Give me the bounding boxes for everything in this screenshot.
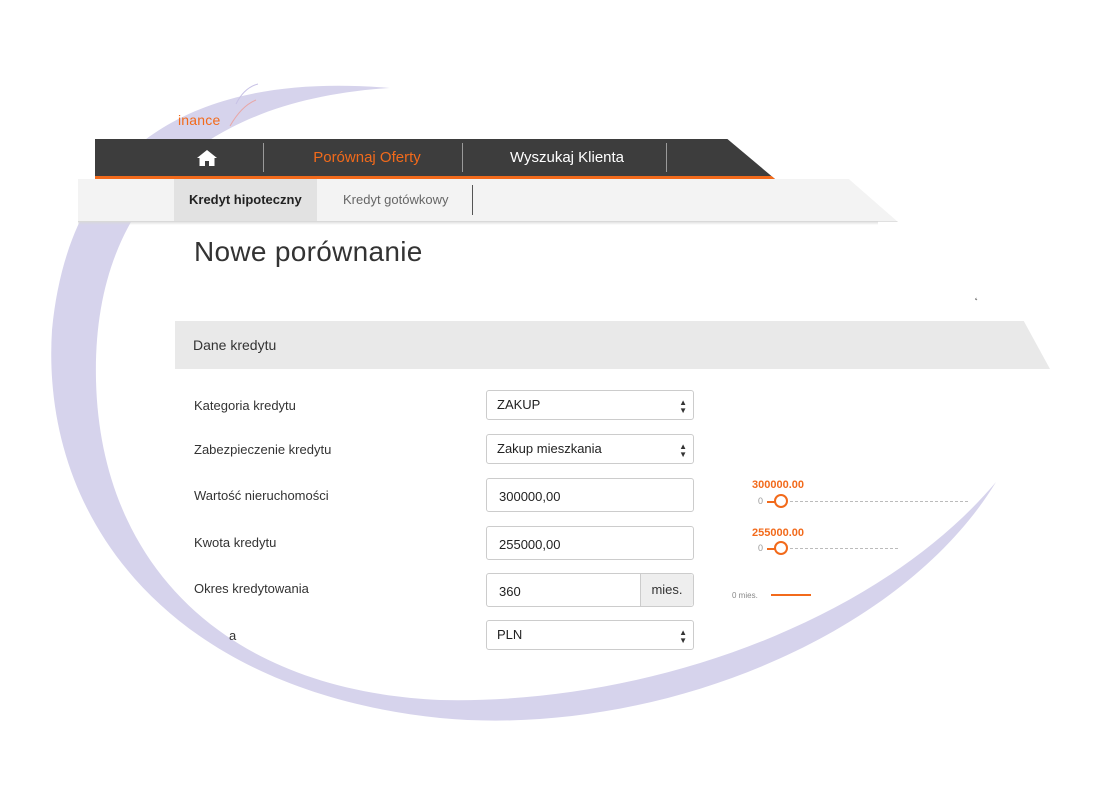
slider-kwota-value: 255000.00 <box>752 527 804 539</box>
input-okres[interactable]: 360 mies. <box>486 573 694 607</box>
page-title: Nowe porównanie <box>194 236 423 267</box>
home-nav-item[interactable] <box>195 139 219 176</box>
input-okres-value: 360 <box>499 584 521 599</box>
input-wartosc[interactable]: 300000,00 <box>486 478 694 512</box>
top-nav: Porównaj Oferty Wyszukaj Klienta <box>95 139 775 179</box>
slider-wartosc-value: 300000.00 <box>752 479 804 491</box>
subnav-separator <box>472 185 473 215</box>
section-header: Dane kredytu <box>175 321 1050 369</box>
nav-wyszukaj-klienta[interactable]: Wyszukaj Klienta <box>467 139 667 176</box>
label-kategoria: Kategoria kredytu <box>194 398 296 413</box>
sub-nav: Kredyt hipoteczny Kredyt gotówkowy <box>78 179 898 222</box>
select-zabezpieczenie[interactable]: Zakup mieszkania ▲ ▼ <box>486 434 694 464</box>
slider-wartosc-track[interactable] <box>790 501 968 502</box>
nav-separator <box>462 143 463 172</box>
slider-okres-fill[interactable] <box>771 594 811 596</box>
tab-kredyt-gotowkowy[interactable]: Kredyt gotówkowy <box>343 179 449 221</box>
slider-kwota-track[interactable] <box>790 548 898 549</box>
label-wartosc: Wartość nieruchomości <box>194 488 329 503</box>
select-zabezpieczenie-value: Zakup mieszkania <box>497 441 602 456</box>
slider-wartosc-min: 0 <box>758 496 764 506</box>
tab-kredyt-hipoteczny[interactable]: Kredyt hipoteczny <box>174 179 317 221</box>
slider-okres-min: 0 mies. <box>732 591 758 600</box>
select-arrows-icon: ▲ ▼ <box>679 442 687 459</box>
label-kwota: Kwota kredytu <box>194 535 277 550</box>
home-icon <box>197 150 217 166</box>
input-kwota-value: 255000,00 <box>499 537 561 552</box>
label-zabezpieczenie: Zabezpieczenie kredytu <box>194 442 332 457</box>
label-waluta: a <box>229 628 237 643</box>
input-wartosc-value: 300000,00 <box>499 489 561 504</box>
okres-unit-addon: mies. <box>640 574 693 606</box>
select-waluta-value: PLN <box>497 627 523 642</box>
select-arrows-icon: ▲ ▼ <box>679 628 687 645</box>
select-kategoria-value: ZAKUP <box>497 397 541 412</box>
nav-separator <box>666 143 667 172</box>
slider-wartosc-handle[interactable] <box>774 494 788 508</box>
small-mark: ˛ <box>975 290 979 301</box>
select-arrows-icon: ▲ ▼ <box>679 398 687 415</box>
select-kategoria[interactable]: ZAKUP ▲ ▼ <box>486 390 694 420</box>
nav-separator <box>263 143 264 172</box>
label-okres: Okres kredytowania <box>194 581 309 596</box>
nav-porownaj-oferty[interactable]: Porównaj Oferty <box>307 139 427 176</box>
input-kwota[interactable]: 255000,00 <box>486 526 694 560</box>
slider-kwota-handle[interactable] <box>774 541 788 555</box>
slider-kwota-min: 0 <box>758 543 764 553</box>
section-title: Dane kredytu <box>193 337 277 353</box>
logo[interactable]: inance <box>178 112 220 128</box>
select-waluta[interactable]: PLN ▲ ▼ <box>486 620 694 650</box>
subnav-shadow <box>78 221 878 225</box>
